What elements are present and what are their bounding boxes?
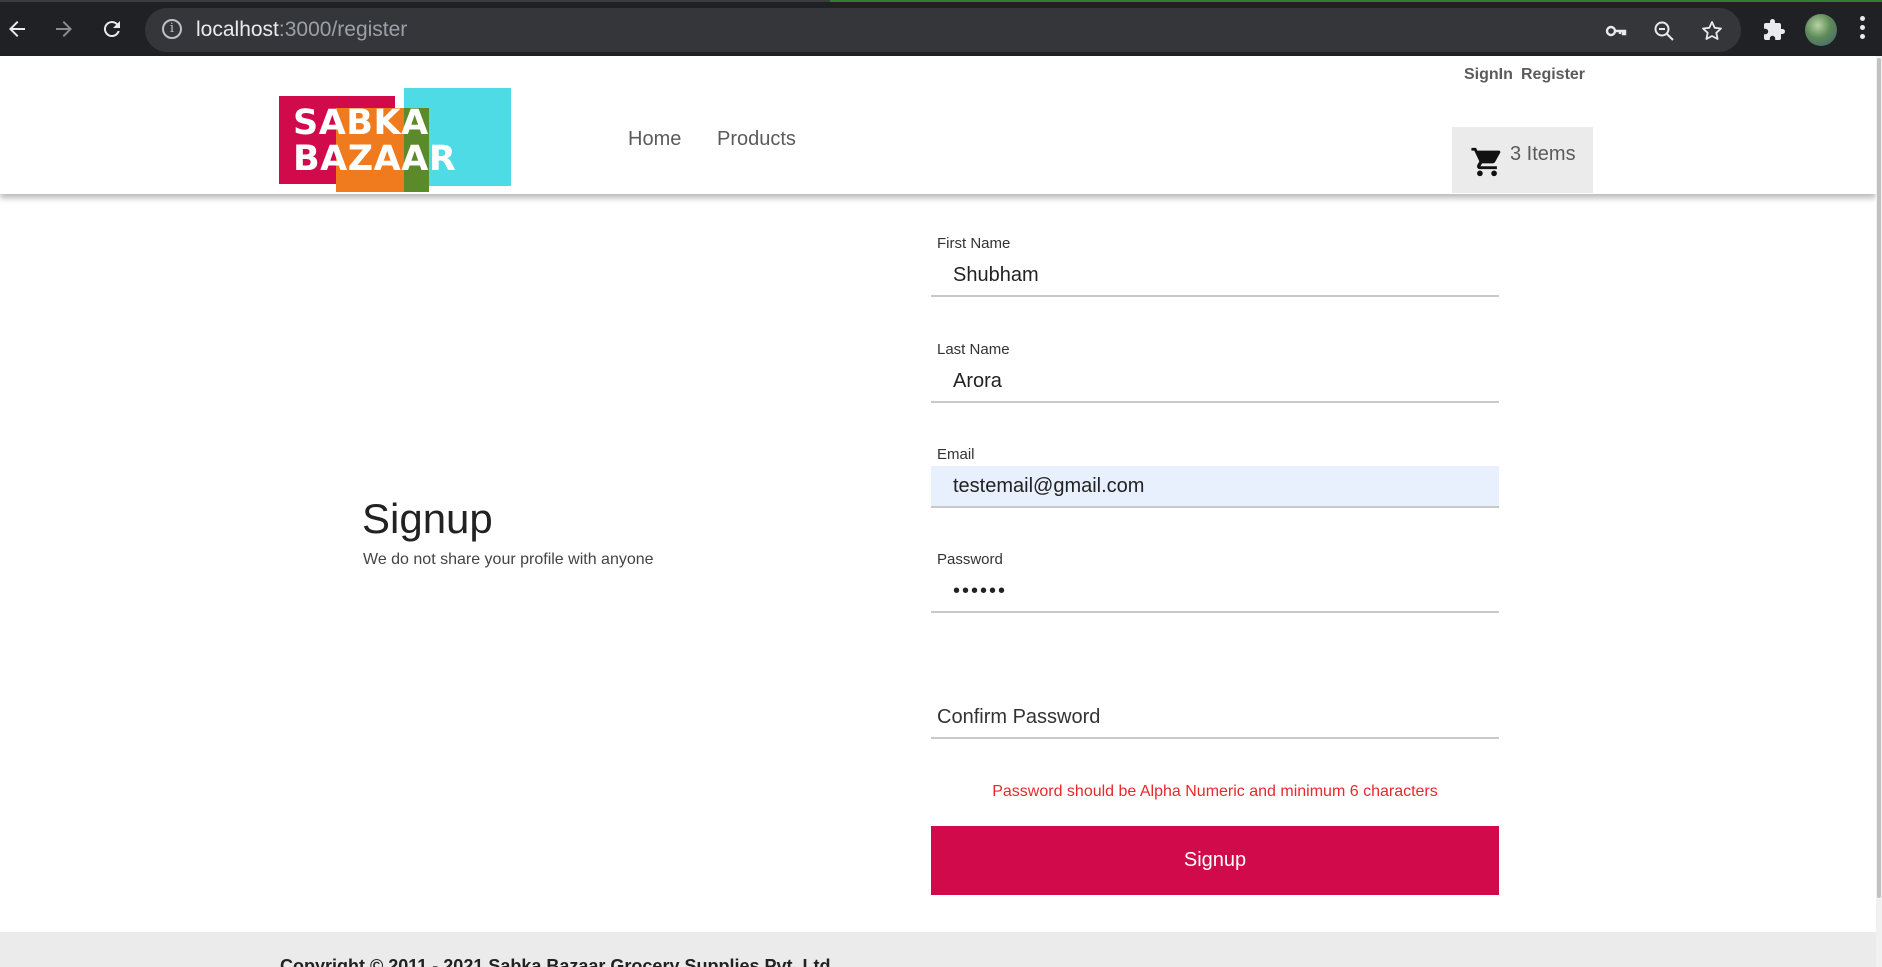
- nav-home-link[interactable]: Home: [628, 128, 681, 151]
- first-name-label: First Name: [937, 235, 1011, 252]
- nav-products-link[interactable]: Products: [717, 128, 796, 151]
- site-footer: Copyright © 2011 - 2021 Sabka Bazaar Gro…: [0, 932, 1876, 967]
- password-error-message: Password should be Alpha Numeric and min…: [992, 783, 1438, 800]
- bookmark-star-icon[interactable]: [1698, 17, 1726, 45]
- zoom-out-icon[interactable]: [1650, 17, 1678, 45]
- first-name-input[interactable]: [931, 255, 1499, 297]
- last-name-label: Last Name: [937, 341, 1010, 358]
- shopping-cart-icon: [1470, 145, 1504, 183]
- password-label: Password: [937, 551, 1003, 568]
- site-header: SABKA BAZAAR Home Products SignIn Regist…: [0, 56, 1876, 194]
- back-arrow-icon[interactable]: [0, 12, 34, 46]
- confirm-password-input[interactable]: [931, 697, 1499, 739]
- signup-button[interactable]: Signup: [931, 826, 1499, 895]
- url-text[interactable]: localhost:3000/register: [196, 18, 407, 42]
- sabka-bazaar-logo[interactable]: SABKA BAZAAR: [279, 88, 511, 192]
- loading-bar: [830, 0, 1882, 2]
- profile-avatar[interactable]: [1805, 14, 1837, 46]
- more-menu-icon[interactable]: [1860, 16, 1866, 43]
- forward-arrow-icon[interactable]: [47, 12, 81, 46]
- address-bar[interactable]: i localhost:3000/register: [145, 8, 1741, 52]
- page-title: Signup: [362, 495, 493, 542]
- email-input[interactable]: [931, 466, 1499, 508]
- browser-toolbar: i localhost:3000/register: [0, 0, 1882, 56]
- register-link[interactable]: Register: [1521, 66, 1585, 84]
- cart-item-count: 3 Items: [1510, 143, 1576, 165]
- page-subtitle: We do not share your profile with anyone: [363, 551, 654, 568]
- password-input[interactable]: [931, 571, 1499, 613]
- copyright-text: Copyright © 2011 - 2021 Sabka Bazaar Gro…: [280, 956, 831, 967]
- cart-button[interactable]: 3 Items: [1452, 127, 1593, 193]
- signin-link[interactable]: SignIn: [1464, 66, 1513, 84]
- site-info-icon[interactable]: i: [162, 19, 182, 39]
- page-scrollbar-thumb[interactable]: [1877, 58, 1881, 898]
- reload-icon[interactable]: [95, 12, 129, 46]
- last-name-input[interactable]: [931, 361, 1499, 403]
- extensions-puzzle-icon[interactable]: [1760, 16, 1788, 44]
- email-label: Email: [937, 446, 975, 463]
- key-icon[interactable]: [1602, 17, 1630, 45]
